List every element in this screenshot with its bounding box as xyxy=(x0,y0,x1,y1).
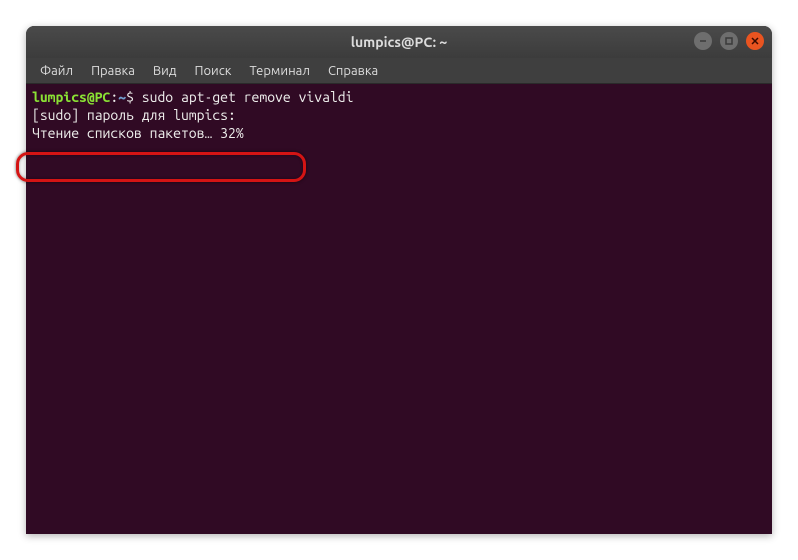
terminal-line-3: Чтение списков пакетов… 32% xyxy=(32,124,766,142)
prompt-user: lumpics@PC xyxy=(32,89,110,105)
window-controls xyxy=(694,32,764,50)
close-button[interactable] xyxy=(746,32,764,50)
menu-search[interactable]: Поиск xyxy=(186,62,239,80)
command-text: sudo apt-get remove vivaldi xyxy=(142,89,354,105)
menu-view[interactable]: Вид xyxy=(145,62,185,80)
terminal-line-prompt: lumpics@PC:~$ sudo apt-get remove vivald… xyxy=(32,88,766,106)
terminal-body[interactable]: lumpics@PC:~$ sudo apt-get remove vivald… xyxy=(26,84,772,534)
minimize-button[interactable] xyxy=(694,32,712,50)
window-title: lumpics@PC: ~ xyxy=(351,34,448,50)
terminal-line-2: [sudo] пароль для lumpics: xyxy=(32,106,766,124)
titlebar[interactable]: lumpics@PC: ~ xyxy=(26,26,772,58)
terminal-window: lumpics@PC: ~ Файл Правка Вид Поиск Терм… xyxy=(26,26,772,534)
maximize-button[interactable] xyxy=(720,32,738,50)
menu-edit[interactable]: Правка xyxy=(83,62,143,80)
menu-terminal[interactable]: Терминал xyxy=(241,62,317,80)
prompt-path: ~ xyxy=(118,89,126,105)
menubar: Файл Правка Вид Поиск Терминал Справка xyxy=(26,58,772,84)
prompt-sep2: $ xyxy=(126,89,142,105)
menu-help[interactable]: Справка xyxy=(320,62,386,80)
menu-file[interactable]: Файл xyxy=(32,62,81,80)
